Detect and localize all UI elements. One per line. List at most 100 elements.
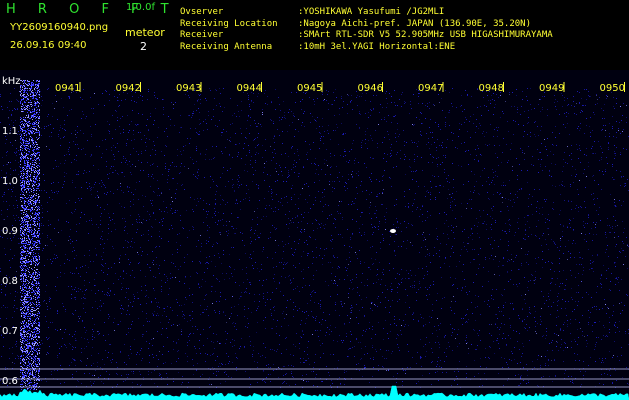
noise-pixel: [248, 189, 249, 190]
noise-pixel: [287, 300, 288, 301]
noise-pixel: [103, 266, 104, 267]
noise-pixel: [10, 238, 11, 239]
noise-pixel: [371, 110, 372, 111]
noise-pixel: [543, 335, 544, 336]
noise-pixel: [614, 205, 615, 206]
noise-pixel: [589, 126, 590, 127]
noise-pixel: [511, 254, 512, 255]
noise-pixel: [206, 100, 207, 101]
noise-pixel: [234, 233, 235, 234]
noise-pixel: [584, 133, 585, 134]
noise-pixel: [513, 284, 514, 285]
noise-pixel: [6, 164, 7, 165]
noise-pixel: [541, 321, 542, 322]
noise-pixel: [201, 243, 202, 244]
noise-pixel: [57, 193, 58, 194]
noise-pixel: [80, 289, 81, 290]
noise-pixel: [507, 272, 508, 273]
noise-pixel: [583, 173, 584, 174]
noise-pixel: [445, 122, 446, 123]
noise-pixel: [583, 270, 584, 271]
noise-pixel: [253, 346, 254, 347]
noise-pixel: [149, 219, 150, 220]
noise-pixel: [535, 136, 536, 137]
noise-pixel: [179, 281, 180, 282]
noise-pixel: [270, 374, 271, 375]
noise-pixel: [405, 370, 406, 371]
noise-pixel: [250, 384, 251, 385]
noise-pixel: [274, 142, 275, 143]
noise-pixel: [259, 280, 260, 281]
noise-pixel: [41, 105, 42, 106]
noise-pixel: [595, 227, 596, 228]
noise-pixel: [33, 342, 34, 343]
noise-pixel: [419, 281, 420, 282]
noise-pixel: [41, 380, 42, 381]
noise-pixel: [289, 223, 290, 224]
noise-pixel: [149, 343, 150, 344]
noise-pixel: [497, 176, 498, 177]
noise-pixel: [597, 254, 598, 255]
noise-pixel: [365, 134, 366, 135]
noise-pixel: [624, 305, 625, 306]
noise-pixel: [360, 263, 361, 264]
noise-pixel: [609, 123, 610, 124]
noise-pixel: [565, 162, 566, 163]
noise-pixel: [11, 120, 12, 121]
noise-pixel: [315, 320, 316, 321]
noise-pixel: [426, 337, 427, 338]
noise-pixel: [4, 219, 5, 220]
noise-pixel: [102, 140, 103, 141]
noise-pixel: [167, 384, 168, 385]
noise-pixel: [527, 221, 528, 222]
noise-pixel: [364, 234, 365, 235]
noise-pixel: [199, 95, 200, 96]
noise-pixel: [482, 223, 483, 224]
noise-pixel: [418, 103, 419, 104]
metadata-block: Ovserver :YOSHIKAWA Yasufumi /JG2MLI Rec…: [180, 7, 553, 53]
noise-pixel: [313, 290, 314, 291]
noise-pixel: [69, 260, 70, 261]
noise-pixel: [301, 320, 302, 321]
noise-pixel: [429, 102, 430, 103]
noise-pixel: [305, 141, 306, 142]
noise-pixel: [495, 171, 496, 172]
noise-pixel: [568, 240, 569, 241]
noise-pixel: [344, 186, 345, 187]
noise-pixel: [506, 144, 507, 145]
noise-pixel: [109, 131, 110, 132]
noise-pixel: [413, 312, 414, 313]
noise-pixel: [427, 217, 428, 218]
noise-pixel: [30, 132, 31, 133]
noise-pixel: [175, 266, 176, 267]
noise-pixel: [586, 99, 587, 100]
noise-pixel: [581, 264, 582, 265]
noise-pixel: [131, 140, 132, 141]
noise-pixel: [495, 324, 496, 325]
noise-pixel: [326, 100, 327, 101]
noise-pixel: [215, 215, 216, 216]
noise-pixel: [304, 242, 305, 243]
noise-pixel: [128, 306, 129, 307]
noise-pixel: [493, 299, 494, 300]
noise-pixel: [102, 153, 103, 154]
noise-pixel: [339, 201, 340, 202]
noise-pixel: [350, 239, 351, 240]
noise-pixel: [249, 293, 250, 294]
noise-pixel: [588, 214, 589, 215]
noise-pixel: [130, 154, 131, 155]
noise-pixel: [54, 228, 55, 229]
noise-pixel: [123, 192, 124, 193]
noise-pixel: [225, 364, 226, 365]
noise-pixel: [348, 264, 349, 265]
noise-pixel: [569, 219, 570, 220]
noise-pixel: [431, 187, 432, 188]
noise-pixel: [326, 149, 327, 150]
noise-pixel: [59, 130, 60, 131]
noise-pixel: [617, 327, 618, 328]
noise-pixel: [562, 283, 563, 284]
noise-pixel: [412, 287, 413, 288]
noise-pixel: [508, 259, 509, 260]
noise-pixel: [151, 372, 152, 373]
noise-pixel: [294, 160, 295, 161]
